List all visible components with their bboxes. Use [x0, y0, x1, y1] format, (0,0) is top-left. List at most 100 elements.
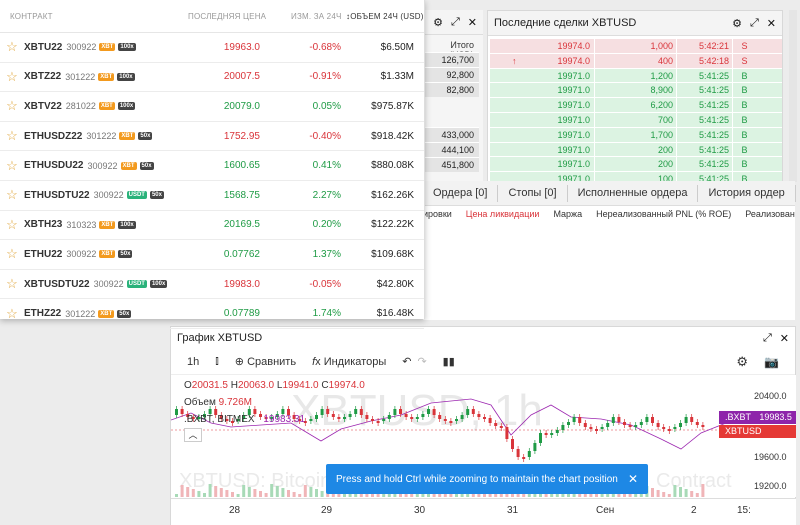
favorite-star-icon[interactable]: ☆ — [0, 128, 24, 144]
tab-2[interactable]: Исполненные ордера — [568, 184, 699, 202]
last-price: 20007.5 — [223, 71, 260, 83]
gear-icon[interactable]: ⚙ — [732, 17, 742, 30]
collapse-legend-button[interactable]: ︿ — [184, 428, 202, 442]
volume-bar — [197, 491, 201, 497]
candle — [359, 409, 363, 415]
positions-column[interactable]: Цена ликвидации — [466, 209, 554, 219]
undo-icon[interactable]: ↶ — [402, 355, 411, 368]
header-change[interactable]: ИЗМ. ЗА 24Ч — [291, 12, 342, 21]
header-volume[interactable]: ↕ОБЪЕМ 24Ч (USD) — [346, 12, 424, 21]
trade-size: 1,700 — [594, 127, 676, 142]
trade-price-cell: 19971.0 — [490, 128, 594, 142]
favorite-star-icon[interactable]: ☆ — [0, 39, 24, 55]
expand-icon[interactable]: ⤢ — [451, 16, 460, 29]
volume-legend: Объем 9.726M — [184, 397, 252, 408]
ohlc-legend: O20031.5 H20063.0 L19941.0 C19974.0 — [184, 380, 365, 391]
volume-bar — [186, 487, 190, 497]
scrollbar[interactable] — [789, 10, 797, 182]
settings-gear-icon[interactable]: ⚙ — [736, 354, 748, 370]
volume-bar — [247, 487, 251, 497]
contract-row[interactable]: ☆ XBTV22 281022 XBT 100x 20079.0 0.05% $975.87K — [0, 92, 424, 122]
trade-time: 5:41:25 — [676, 112, 732, 127]
expand-icon[interactable]: ⤢ — [763, 332, 772, 345]
positions-column[interactable]: Реализованн — [745, 209, 795, 219]
header-last-price[interactable]: ПОСЛЕДНЯЯ ЦЕНА — [188, 12, 266, 21]
candles-icon[interactable]: ⫾ — [215, 355, 219, 368]
tab-0[interactable]: Ордера [0] — [423, 184, 499, 202]
favorite-star-icon[interactable]: ☆ — [0, 98, 24, 114]
gear-icon[interactable]: ⚙ — [433, 16, 443, 29]
camera-icon[interactable]: 📷 — [764, 355, 779, 369]
candle — [578, 417, 582, 423]
trade-row: 19971.0 6,200 5:41:25 B — [490, 98, 782, 113]
contract-row[interactable]: ☆ ETHUSDTU22 300922 USDT 50x 1568.75 2.27% $162… — [0, 181, 424, 211]
candle — [309, 419, 313, 421]
close-icon[interactable]: ✕ — [780, 332, 789, 345]
header-contract[interactable]: КОНТРАКТ — [10, 12, 53, 21]
volume-bar — [359, 494, 363, 497]
favorite-star-icon[interactable]: ☆ — [0, 187, 24, 203]
close-icon[interactable]: ✕ — [767, 17, 776, 30]
candle — [320, 409, 324, 415]
trade-side: S — [732, 53, 756, 68]
favorite-star-icon[interactable]: ☆ — [0, 158, 24, 174]
ohlc-close-label: C — [321, 380, 329, 391]
leverage-badge: 100x — [117, 72, 135, 81]
favorite-star-icon[interactable]: ☆ — [0, 246, 24, 262]
candle — [662, 427, 666, 429]
volume-bar — [270, 484, 274, 497]
favorite-star-icon[interactable]: ☆ — [0, 69, 24, 85]
bar-chart-icon[interactable]: ▮▮ — [443, 355, 455, 368]
contract-row[interactable]: ☆ XBTUSDTU22 300922 USDT 100x 19983.0 -0.05% $4… — [0, 270, 424, 300]
positions-column[interactable]: Нереализованный PNL (% ROE) — [596, 209, 745, 219]
orderbook-row[interactable]: 433,000 — [423, 127, 479, 142]
change-24h: -0.40% — [309, 130, 341, 142]
volume-bar — [191, 489, 195, 497]
orderbook-row[interactable]: 444,100 — [423, 142, 479, 157]
compare-button[interactable]: ⊕ Сравнить — [235, 355, 296, 368]
indicators-button[interactable]: fx Индикаторы — [312, 356, 386, 368]
chart-watermark-sub2: Contract — [656, 470, 732, 492]
candle — [639, 422, 643, 425]
contract-row[interactable]: ☆ XBTH23 310323 XBT 100x 20169.5 0.20% $122.22K — [0, 211, 424, 241]
more-tabs-button[interactable]: » — [796, 187, 800, 199]
contract-row[interactable]: ☆ ETHUSDZ22 301222 XBT 50x 1752.95 -0.40% $918.… — [0, 122, 424, 152]
orderbook-row[interactable]: 82,800 — [423, 82, 479, 97]
orderbook-row[interactable]: 126,700 — [423, 52, 479, 67]
positions-column[interactable]: Маржа — [553, 209, 596, 219]
interval-button[interactable]: 1h — [187, 356, 199, 368]
favorite-star-icon[interactable]: ☆ — [0, 276, 24, 292]
contract-row[interactable]: ☆ ETHU22 300922 XBT 50x 0.07762 1.37% $109.68K — [0, 240, 424, 270]
candle — [410, 417, 414, 419]
expand-icon[interactable]: ⤢ — [750, 17, 759, 30]
close-icon[interactable]: ✕ — [628, 472, 638, 486]
tick-arrow-icon: ↑ — [512, 55, 517, 66]
contract-row[interactable]: ☆ ETHZ22 301222 XBT 50x 0.07789 1.74% $16.48K — [0, 299, 424, 329]
volume-bar — [292, 492, 296, 497]
contract-row[interactable]: ☆ XBTU22 300922 XBT 100x 19963.0 -0.68% $6.50M — [0, 33, 424, 63]
orderbook-row[interactable]: 92,800 — [423, 67, 479, 82]
close-icon[interactable]: ✕ — [468, 16, 477, 29]
trade-side: S — [732, 39, 756, 53]
contract-code: 281022 — [65, 101, 96, 112]
positions-column[interactable]: ировки — [423, 209, 466, 219]
ohlc-open: 20031.5 — [191, 380, 228, 391]
candle — [348, 414, 352, 417]
contract-row[interactable]: ☆ XBTZ22 301222 XBT 100x 20007.5 -0.91% $1.33M — [0, 63, 424, 93]
settlement-badge: USDT — [126, 280, 147, 289]
time-axis-label: 30 — [414, 505, 426, 516]
chart-watermark-sub: XBTUSD: Bitcoin — [179, 470, 331, 492]
contract-row[interactable]: ☆ ETHUSDU22 300922 XBT 50x 1600.65 0.41% $880.0… — [0, 151, 424, 181]
volume-bar — [219, 488, 223, 497]
redo-icon[interactable]: ↷ — [417, 355, 426, 368]
favorite-star-icon[interactable]: ☆ — [0, 217, 24, 233]
contract-symbol: XBTV22 — [24, 100, 62, 112]
tab-3[interactable]: История ордер — [698, 184, 796, 202]
contract-symbol: XBTZ22 — [24, 71, 62, 83]
contract-code: 310323 — [66, 219, 97, 230]
orderbook-row[interactable]: 451,800 — [423, 157, 479, 172]
favorite-star-icon[interactable]: ☆ — [0, 306, 24, 322]
volume-bar — [242, 485, 246, 497]
trade-time: 5:41:25 — [676, 83, 732, 98]
tab-1[interactable]: Стопы [0] — [498, 184, 568, 202]
